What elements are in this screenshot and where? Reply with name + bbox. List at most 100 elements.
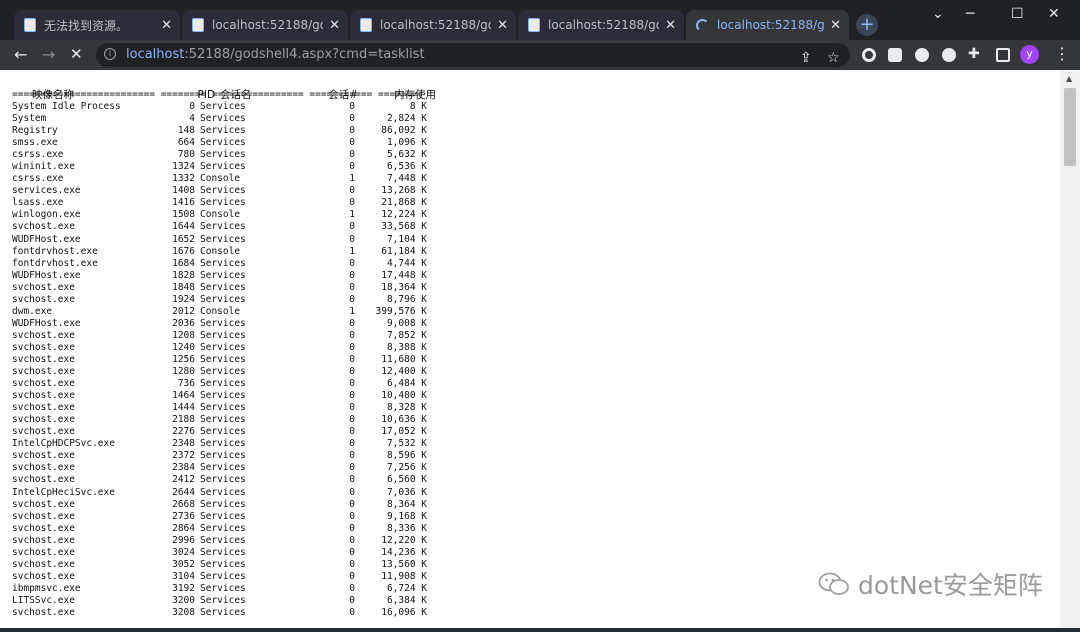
process-session-id: 0 <box>349 281 355 293</box>
process-mem: 17,448 K <box>381 269 427 281</box>
site-info-icon[interactable]: i <box>104 48 116 60</box>
process-pid: 2036 <box>172 317 195 329</box>
process-pid: 3200 <box>172 594 195 606</box>
tab-3[interactable]: localhost:52188/godshell ✕ <box>350 10 516 40</box>
process-session-id: 0 <box>349 221 355 233</box>
header-separator: ========================= ======== =====… <box>12 89 422 100</box>
table-row: dwm.exe 2012 Console 1 399,576 K <box>12 306 436 318</box>
process-name: Registry <box>12 125 58 137</box>
minimize-button[interactable]: ─ <box>966 6 974 22</box>
scrollbar-thumb[interactable] <box>1064 88 1076 166</box>
process-name: csrss.exe <box>12 173 64 185</box>
tab-title: 无法找到资源。 <box>44 18 129 33</box>
extensions-puzzle-icon[interactable]: ✚ <box>968 46 980 62</box>
new-tab-button[interactable]: + <box>856 14 878 36</box>
profile-avatar[interactable]: y <box>1020 45 1039 64</box>
process-mem: 8,364 K <box>386 498 427 510</box>
process-session-id: 0 <box>349 137 355 149</box>
tab-4[interactable]: localhost:52188/godshell ✕ <box>518 10 684 40</box>
tab-5-active[interactable]: localhost:52188/godshell ✕ <box>686 10 849 40</box>
table-row: LITSSvc.exe 3200 Services 0 6,384 K <box>12 595 436 607</box>
watermark-text: dotNet安全矩阵 <box>858 571 1043 600</box>
camera-icon[interactable] <box>888 48 902 62</box>
process-mem: 10,636 K <box>381 414 427 426</box>
watermark: dotNet安全矩阵 <box>818 566 1043 602</box>
process-session-id: 0 <box>349 522 355 534</box>
process-mem: 11,680 K <box>381 353 427 365</box>
more-menu-icon[interactable]: ⋮ <box>1054 44 1070 63</box>
page-content: 映像名称 PID 会话名 会话# 内存使用 ======================… <box>0 70 1060 628</box>
close-icon[interactable]: ✕ <box>161 18 172 33</box>
share-icon[interactable]: ⇪ <box>800 46 812 70</box>
process-session-id: 0 <box>349 353 355 365</box>
process-pid: 4 <box>189 113 195 125</box>
extension-ghost-icon[interactable] <box>942 48 956 62</box>
table-row: IntelCpHeciSvc.exe 2644 Services 0 7,036 K <box>12 487 436 499</box>
process-session-id: 0 <box>349 414 355 426</box>
back-arrow-icon[interactable]: ← <box>14 45 27 64</box>
process-session-id: 0 <box>349 378 355 390</box>
table-row: svchost.exe 2736 Services 0 9,168 K <box>12 511 436 523</box>
close-window-button[interactable]: ✕ <box>1048 6 1060 22</box>
process-mem: 86,092 K <box>381 125 427 137</box>
extension-mask-icon[interactable] <box>915 48 929 62</box>
table-row: svchost.exe 1464 Services 0 10,480 K <box>12 390 436 402</box>
vertical-scrollbar[interactable]: ▲ <box>1060 70 1080 628</box>
process-mem: 8,796 K <box>386 293 427 305</box>
tab-2[interactable]: localhost:52188/godshell ✕ <box>182 10 348 40</box>
table-row: wininit.exe 1324 Services 0 6,536 K <box>12 161 436 173</box>
process-session: Services <box>200 474 246 486</box>
process-session: Services <box>200 558 246 570</box>
process-name: svchost.exe <box>12 558 75 570</box>
process-pid: 3104 <box>172 570 195 582</box>
tab-1[interactable]: 无法找到资源。 ✕ <box>14 10 180 40</box>
table-row: svchost.exe 2384 Services 0 7,256 K <box>12 462 436 474</box>
process-mem: 7,104 K <box>386 233 427 245</box>
close-icon[interactable]: ✕ <box>329 18 340 33</box>
table-row: svchost.exe 1256 Services 0 11,680 K <box>12 354 436 366</box>
process-session-id: 0 <box>349 570 355 582</box>
close-icon[interactable]: ✕ <box>830 18 841 33</box>
process-session-id: 0 <box>349 257 355 269</box>
close-icon[interactable]: ✕ <box>497 18 508 33</box>
process-session-id: 0 <box>349 546 355 558</box>
process-session: Console <box>200 245 241 257</box>
process-name: svchost.exe <box>12 414 75 426</box>
table-row: svchost.exe 1924 Services 0 8,796 K <box>12 294 436 306</box>
process-name: svchost.exe <box>12 474 75 486</box>
process-name: svchost.exe <box>12 329 75 341</box>
process-mem: 7,036 K <box>386 486 427 498</box>
process-mem: 8,328 K <box>386 402 427 414</box>
process-name: svchost.exe <box>12 402 75 414</box>
process-session: Services <box>200 125 246 137</box>
table-row: svchost.exe 1444 Services 0 8,328 K <box>12 402 436 414</box>
side-panel-icon[interactable] <box>996 48 1010 62</box>
process-mem: 7,448 K <box>386 173 427 185</box>
maximize-button[interactable]: ☐ <box>1011 6 1024 22</box>
process-session-id: 0 <box>349 594 355 606</box>
address-bar[interactable]: i localhost:52188/godshell4.aspx?cmd=tas… <box>96 43 850 67</box>
table-row: svchost.exe 3052 Services 0 13,560 K <box>12 559 436 571</box>
tab-search-dropdown-icon[interactable]: ⌄ <box>932 6 944 22</box>
process-name: System Idle Process <box>12 101 121 112</box>
process-session: Services <box>200 378 246 390</box>
process-session: Services <box>200 113 246 125</box>
process-pid: 1684 <box>172 257 195 269</box>
process-pid: 2412 <box>172 474 195 486</box>
tasklist-header: 映像名称 PID 会话名 会话# 内存使用 <box>12 76 436 101</box>
scroll-up-arrow-icon[interactable]: ▲ <box>1066 74 1072 83</box>
process-session-id: 0 <box>349 233 355 245</box>
table-row: svchost.exe 3208 Services 0 16,096 K <box>12 607 436 619</box>
url-path: :52188/godshell4.aspx?cmd=tasklist <box>184 47 425 62</box>
extension-record-icon[interactable] <box>862 48 876 62</box>
close-icon[interactable]: ✕ <box>665 18 676 33</box>
forward-arrow-icon[interactable]: → <box>42 45 55 64</box>
process-mem: 7,532 K <box>386 438 427 450</box>
process-name: csrss.exe <box>12 149 64 161</box>
stop-loading-icon[interactable]: ✕ <box>70 45 83 63</box>
bookmark-star-icon[interactable]: ☆ <box>827 46 840 70</box>
process-pid: 780 <box>177 149 195 161</box>
process-pid: 2996 <box>172 534 195 546</box>
process-name: svchost.exe <box>12 366 75 378</box>
table-row: System 4 Services 0 2,824 K <box>12 113 436 125</box>
